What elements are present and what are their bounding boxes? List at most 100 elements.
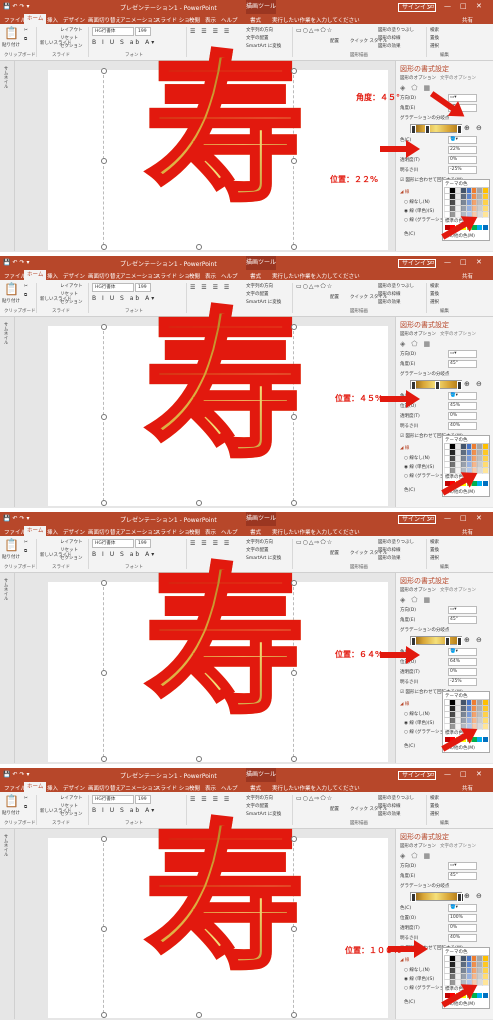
theme-color-swatch[interactable] xyxy=(476,979,484,986)
theme-color-swatch[interactable] xyxy=(465,449,473,456)
theme-color-swatch[interactable] xyxy=(481,717,489,724)
reset-button[interactable]: リセット xyxy=(60,547,78,553)
quick-access-toolbar[interactable]: 💾↶↷▾ xyxy=(3,3,32,10)
theme-color-swatch[interactable] xyxy=(449,193,457,200)
no-line-option[interactable]: ○ 線なし(N) xyxy=(404,455,430,461)
resize-handle[interactable] xyxy=(196,500,202,506)
slide-canvas[interactable]: 寿 xyxy=(48,817,388,1018)
remove-stop-icon[interactable]: ⊖ xyxy=(476,380,482,388)
pane-category-icons[interactable]: ◈⬠▦ xyxy=(400,596,436,604)
theme-color-swatch[interactable] xyxy=(454,443,462,450)
minimize-icon[interactable]: — xyxy=(444,2,451,10)
theme-color-swatch[interactable] xyxy=(476,443,484,450)
shapes-gallery[interactable]: ▭○△⇨⬠☆ xyxy=(296,539,333,546)
shape-effects-button[interactable]: 図形の効果 xyxy=(378,43,401,49)
theme-color-swatch[interactable] xyxy=(444,711,451,718)
tab-shape-options[interactable]: 図形のオプション xyxy=(400,587,436,593)
line-section-header[interactable]: ◢ 線 xyxy=(400,189,409,195)
resize-handle[interactable] xyxy=(291,836,297,842)
minimize-icon[interactable]: — xyxy=(444,770,451,778)
maximize-icon[interactable]: □ xyxy=(460,770,467,778)
resize-handle[interactable] xyxy=(101,500,107,506)
quick-access-toolbar[interactable]: 💾↶↷▾ xyxy=(3,771,32,778)
gradient-stop-selected[interactable] xyxy=(445,637,450,646)
tab-design[interactable]: デザイン xyxy=(63,272,85,280)
theme-color-swatch[interactable] xyxy=(481,979,489,986)
brightness-input[interactable]: 40% xyxy=(448,934,477,942)
theme-color-swatch[interactable] xyxy=(449,955,457,962)
reset-button[interactable]: リセット xyxy=(60,35,78,41)
stop-position-input[interactable]: 22% xyxy=(448,146,477,154)
theme-color-swatch[interactable] xyxy=(481,467,489,474)
theme-color-swatch[interactable] xyxy=(460,449,468,456)
theme-color-swatch[interactable] xyxy=(449,211,457,218)
tab-transitions[interactable]: 画面切り替え xyxy=(88,272,121,280)
theme-color-swatch[interactable] xyxy=(471,455,478,462)
theme-color-swatch[interactable] xyxy=(465,455,473,462)
kotobuki-wordart[interactable]: 寿 xyxy=(144,49,307,212)
maximize-icon[interactable]: □ xyxy=(460,258,467,266)
direction-dropdown[interactable]: ▭▾ xyxy=(448,606,477,614)
paragraph-buttons[interactable]: ☰ ☰ ☰ ☰ xyxy=(190,540,231,547)
thumbnail-pane-collapsed[interactable]: サムネイル xyxy=(0,829,15,1019)
brightness-input[interactable]: 40% xyxy=(448,422,477,430)
tab-text-options[interactable]: 文字のオプション xyxy=(440,331,476,337)
theme-color-swatch[interactable] xyxy=(449,467,457,474)
theme-color-swatch[interactable] xyxy=(454,717,462,724)
paste-icon[interactable]: 📋 xyxy=(4,282,19,296)
kotobuki-wordart[interactable]: 寿 xyxy=(144,305,307,468)
theme-color-swatch[interactable] xyxy=(454,711,462,718)
pane-category-icons[interactable]: ◈⬠▦ xyxy=(400,84,436,92)
copy-icon[interactable]: ⧉ xyxy=(24,804,27,810)
tab-file[interactable]: ファイル xyxy=(4,784,26,792)
layout-button[interactable]: レイアウト xyxy=(60,283,83,289)
theme-color-swatch[interactable] xyxy=(476,455,484,462)
theme-color-swatch[interactable] xyxy=(471,449,478,456)
add-stop-icon[interactable]: ⊕ xyxy=(464,124,470,132)
add-stop-icon[interactable]: ⊕ xyxy=(464,380,470,388)
resize-handle[interactable] xyxy=(291,926,297,932)
maximize-icon[interactable]: □ xyxy=(460,514,467,522)
theme-color-swatch[interactable] xyxy=(481,961,489,968)
gradient-stop[interactable] xyxy=(411,381,416,390)
theme-color-swatch[interactable] xyxy=(444,979,451,986)
theme-color-swatch[interactable] xyxy=(444,205,451,212)
theme-color-swatch[interactable] xyxy=(476,723,484,730)
section-button[interactable]: セクション xyxy=(60,299,83,305)
font-size-box[interactable]: 199 xyxy=(135,795,151,804)
theme-color-swatch[interactable] xyxy=(444,461,451,468)
thumbnail-pane-collapsed[interactable]: サムネイル xyxy=(0,573,15,763)
tab-insert[interactable]: 挿入 xyxy=(47,16,58,24)
no-line-option[interactable]: ○ 線なし(N) xyxy=(404,199,430,205)
theme-color-swatch[interactable] xyxy=(460,961,468,968)
add-stop-icon[interactable]: ⊕ xyxy=(464,636,470,644)
resize-handle[interactable] xyxy=(101,580,107,586)
theme-color-swatch[interactable] xyxy=(481,211,489,218)
theme-color-swatch[interactable] xyxy=(481,461,489,468)
section-button[interactable]: セクション xyxy=(60,555,83,561)
reset-button[interactable]: リセット xyxy=(60,291,78,297)
tab-text-options[interactable]: 文字のオプション xyxy=(440,843,476,849)
tab-view[interactable]: 表示 xyxy=(205,784,216,792)
theme-color-swatch[interactable] xyxy=(476,449,484,456)
theme-color-swatch[interactable] xyxy=(449,699,457,706)
theme-color-swatch[interactable] xyxy=(444,705,451,712)
line-section-header[interactable]: ◢ 線 xyxy=(400,445,409,451)
theme-color-swatch[interactable] xyxy=(471,967,478,974)
theme-color-swatch[interactable] xyxy=(444,443,451,450)
theme-color-swatch[interactable] xyxy=(444,193,451,200)
shape-outline-button[interactable]: 図形の枠線 xyxy=(378,35,401,41)
select-button[interactable]: 選択 xyxy=(430,299,439,305)
theme-color-swatch[interactable] xyxy=(481,443,489,450)
font-size-box[interactable]: 199 xyxy=(135,27,151,36)
find-button[interactable]: 検索 xyxy=(430,795,439,801)
replace-button[interactable]: 置換 xyxy=(430,35,439,41)
resize-handle[interactable] xyxy=(101,244,107,250)
thumbnail-pane-collapsed[interactable]: サムネイル xyxy=(0,317,15,507)
theme-color-swatch[interactable] xyxy=(471,711,478,718)
tab-review[interactable]: 校閲 xyxy=(189,528,200,536)
tab-transitions[interactable]: 画面切り替え xyxy=(88,784,121,792)
ribbon-display-icon[interactable]: ▭ xyxy=(428,770,435,778)
tell-me-search[interactable]: 実行したい作業を入力してください xyxy=(272,272,360,280)
ribbon-display-icon[interactable]: ▭ xyxy=(428,514,435,522)
